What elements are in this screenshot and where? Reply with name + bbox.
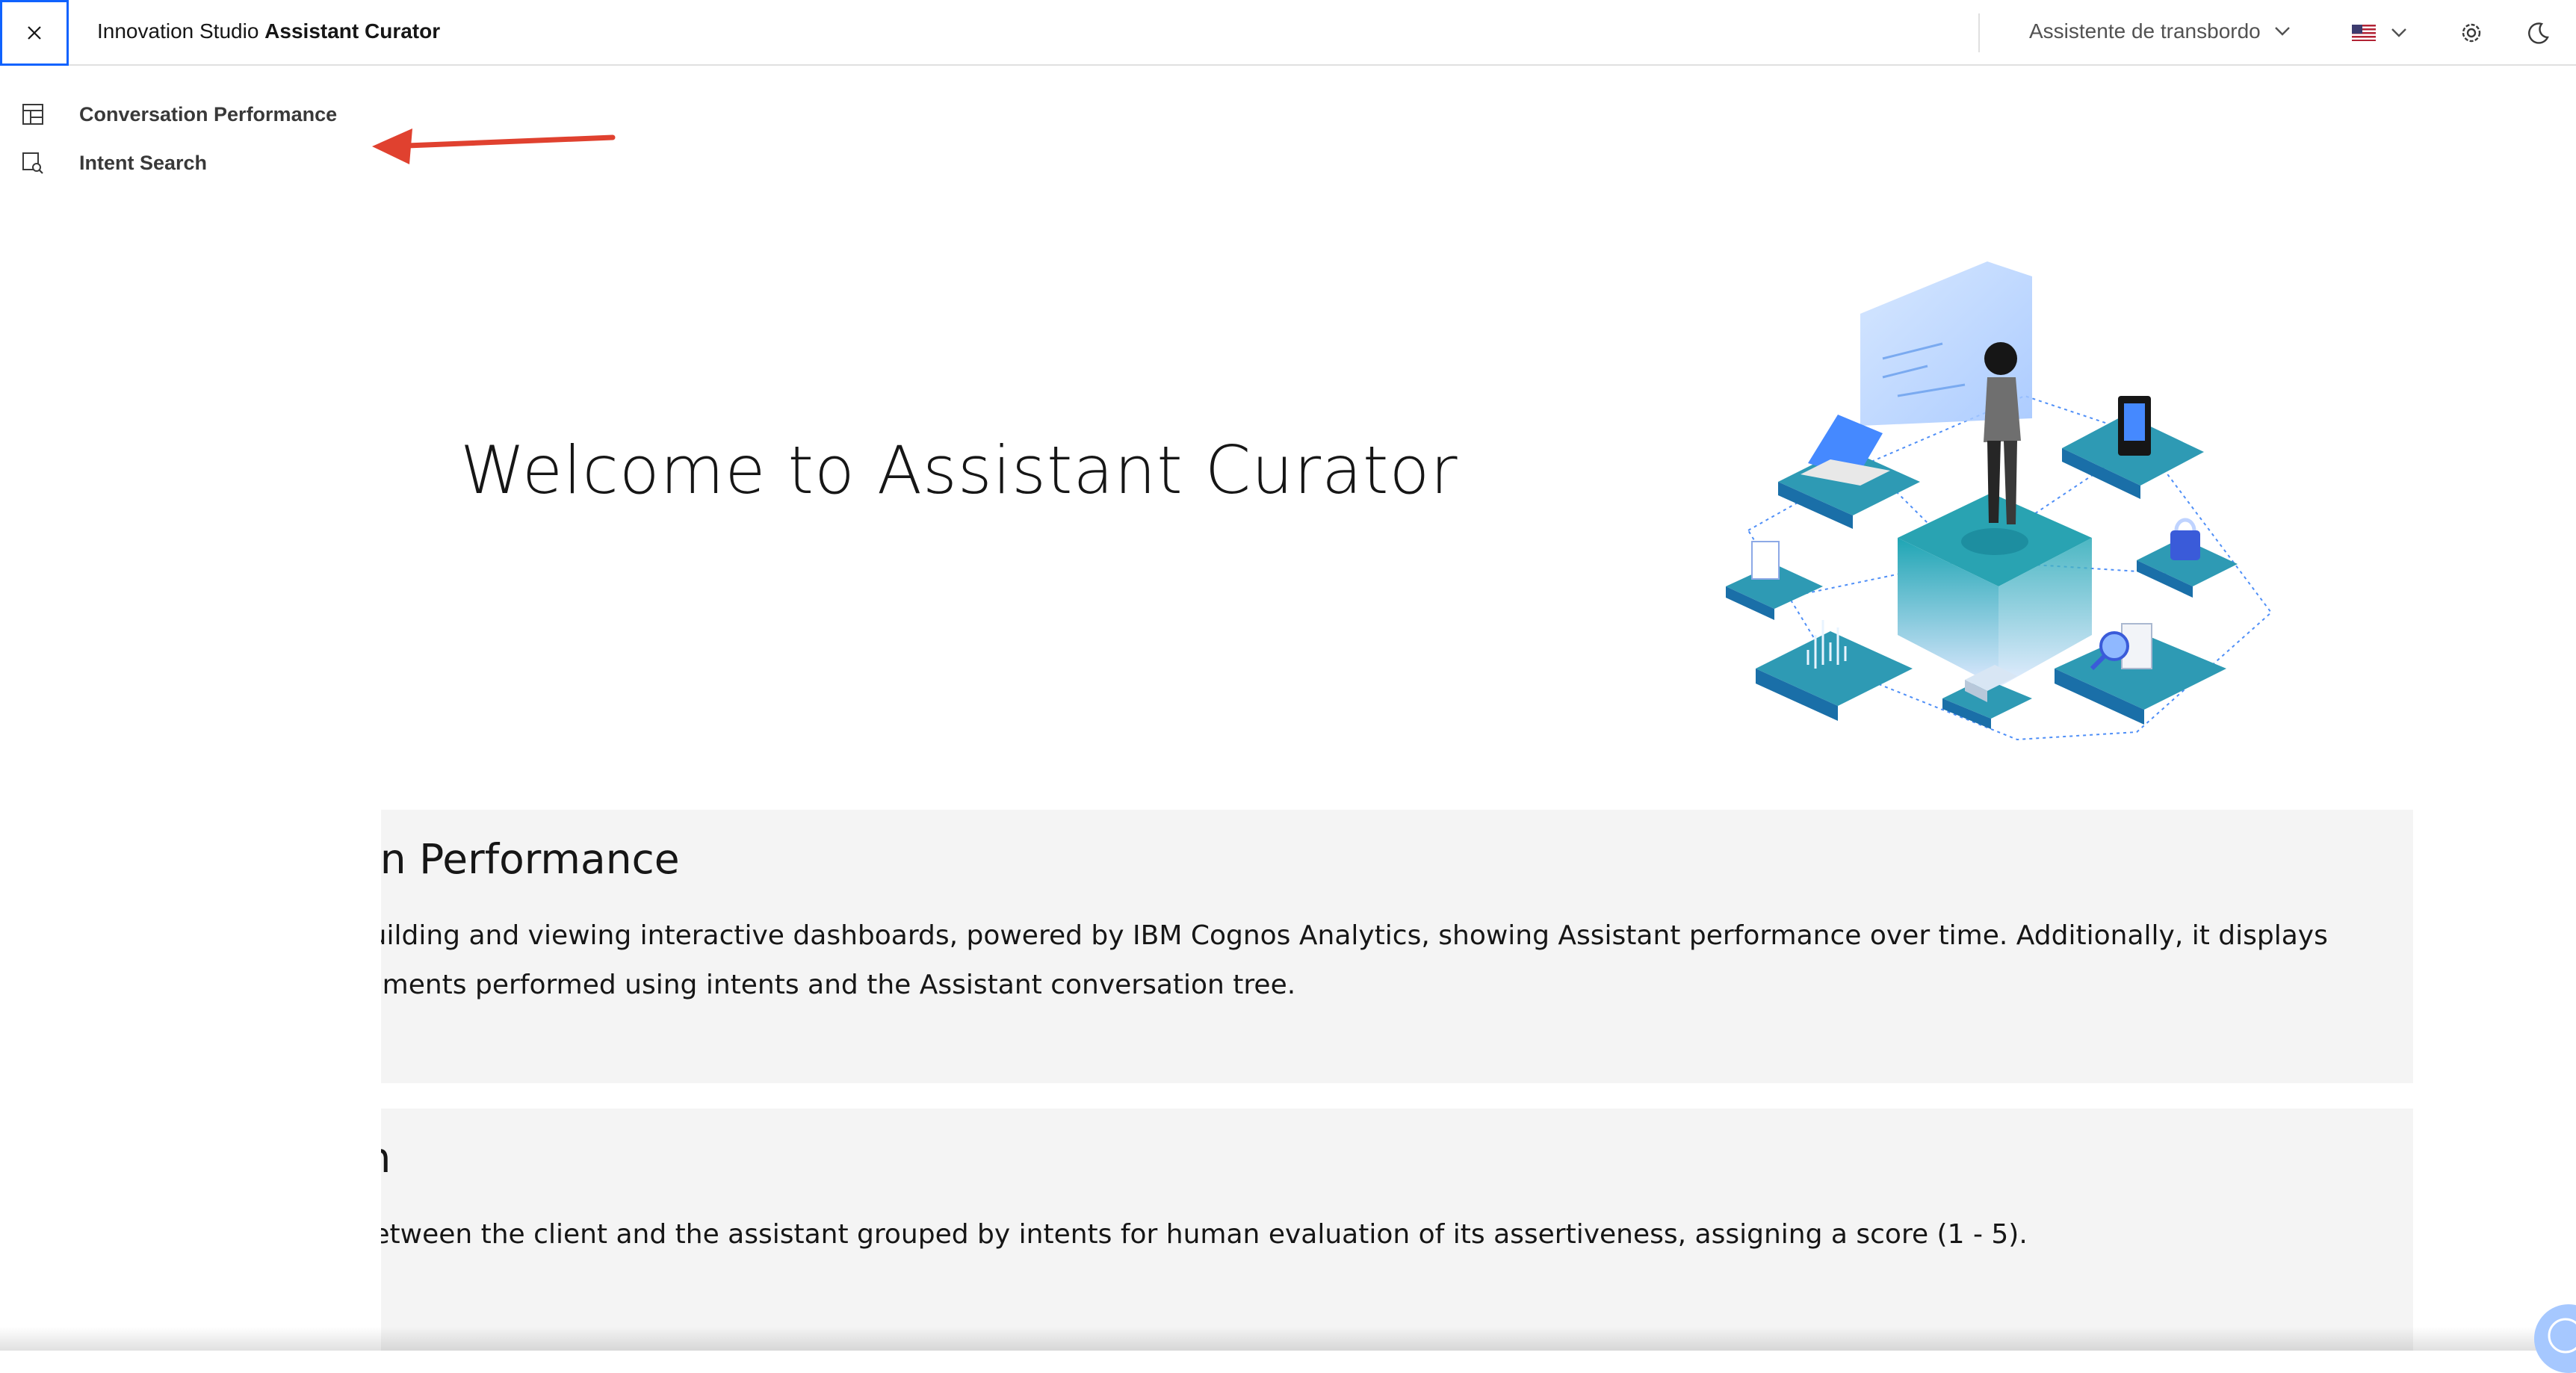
card-description: An interface for building and viewing in… [381,920,2328,1000]
settings-gear-icon [2462,23,2481,43]
chevron-down-icon [2274,27,2290,36]
dashboard-icon [22,104,43,125]
card-title: Conversation Performance [381,835,680,883]
card-conversation-performance[interactable]: Conversation Performance An interface fo… [381,810,2413,1083]
brand-product: Assistant Curator [264,19,441,43]
language-dropdown[interactable] [2352,18,2407,48]
theme-toggle-button[interactable] [2521,15,2557,51]
chevron-down-icon [2391,28,2406,37]
assistant-dropdown[interactable]: Assistente de transbordo [2029,16,2291,46]
assistant-dropdown-value: Assistente de transbordo [2029,19,2261,43]
card-title: Intent Search [381,1134,391,1182]
annotation-arrow [372,128,616,164]
top-header: Innovation Studio Assistant Curator Assi… [0,0,2576,66]
close-icon [28,26,41,40]
us-flag-icon [2352,25,2376,41]
app-title[interactable]: Innovation Studio Assistant Curator [97,16,440,46]
card-description: The conversation between the client and … [381,1219,2028,1250]
page-title: Welcome to Assistant Curator [460,432,1458,509]
nav-item-label: Conversation Performance [79,102,338,125]
moon-icon [2528,22,2549,44]
settings-button[interactable] [2453,15,2489,51]
nav-item-label: Intent Search [79,151,208,174]
card-intent-search[interactable]: Intent Search The conversation between t… [381,1109,2413,1351]
close-menu-button[interactable] [0,0,69,66]
search-document-icon [22,152,43,174]
help-button[interactable] [2534,1304,2576,1373]
header-divider [1978,13,1980,52]
nav-item-conversation-performance[interactable]: Conversation Performance [21,98,337,131]
hero-illustration [1726,261,2273,741]
bottom-shadow [0,1327,2576,1351]
nav-item-intent-search[interactable]: Intent Search [21,146,207,179]
brand-prefix: Innovation Studio [97,19,259,43]
